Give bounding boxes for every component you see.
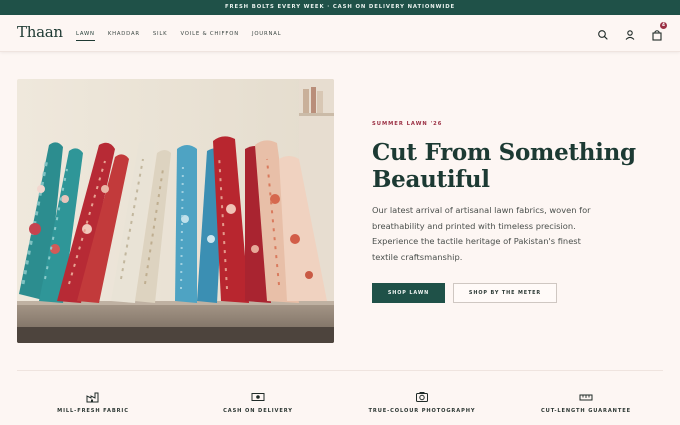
shop-lawn-button[interactable]: SHOP LAWN (372, 283, 445, 303)
hero-description: Our latest arrival of artisanal lawn fab… (372, 205, 591, 262)
feature-cut-length: CUT-LENGTH GUARANTEE (511, 388, 661, 414)
feature-label: MILL-FRESH FABRIC (57, 408, 129, 414)
search-icon[interactable] (596, 27, 610, 41)
feature-mill-fresh: MILL-FRESH FABRIC (18, 388, 168, 414)
nav-item-voile-chiffon[interactable]: VOILE & CHIFFON (180, 31, 239, 41)
ruler-icon (579, 388, 593, 401)
cash-icon (251, 388, 265, 401)
feature-strip: MILL-FRESH FABRIC CASH ON DELIVERY TRUE-… (0, 388, 680, 425)
announcement-bar: FRESH BOLTS EVERY WEEK · CASH ON DELIVER… (0, 0, 680, 15)
nav-item-silk[interactable]: SILK (153, 31, 168, 41)
nav-item-journal[interactable]: JOURNAL (252, 31, 281, 41)
feature-cash-on-delivery: CASH ON DELIVERY (183, 388, 333, 414)
factory-icon (86, 388, 100, 403)
feature-label: CASH ON DELIVERY (223, 408, 293, 414)
logo[interactable]: Thaan (17, 23, 63, 41)
hero-headline-line1: Cut From Something (372, 139, 636, 166)
hero-headline-line2: Beautiful (372, 166, 490, 193)
nav-item-lawn[interactable]: LAWN (76, 31, 95, 41)
section-divider (17, 370, 663, 371)
hero-ctas: SHOP LAWN SHOP BY THE METER (372, 283, 662, 303)
account-icon[interactable] (623, 27, 637, 41)
hero-image (17, 79, 334, 343)
cart-count-badge: 4 (660, 22, 667, 29)
camera-icon (415, 388, 429, 402)
feature-label: CUT-LENGTH GUARANTEE (541, 408, 631, 414)
header-actions: 4 (596, 22, 667, 41)
bag-icon[interactable]: 4 (650, 22, 667, 41)
shop-by-meter-button[interactable]: SHOP BY THE METER (453, 283, 557, 303)
main-nav: LAWN KHADDAR SILK VOILE & CHIFFON JOURNA… (76, 31, 294, 41)
hero-headline: Cut From Something Beautiful (372, 139, 662, 193)
feature-label: TRUE-COLOUR PHOTOGRAPHY (368, 408, 476, 414)
feature-true-colour: TRUE-COLOUR PHOTOGRAPHY (347, 388, 497, 414)
hero-eyebrow: SUMMER LAWN '26 (372, 121, 443, 127)
nav-item-khaddar[interactable]: KHADDAR (108, 31, 140, 41)
hero-content: SUMMER LAWN '26 Cut From Something Beaut… (372, 121, 662, 303)
site-header: Thaan LAWN KHADDAR SILK VOILE & CHIFFON … (0, 15, 680, 52)
